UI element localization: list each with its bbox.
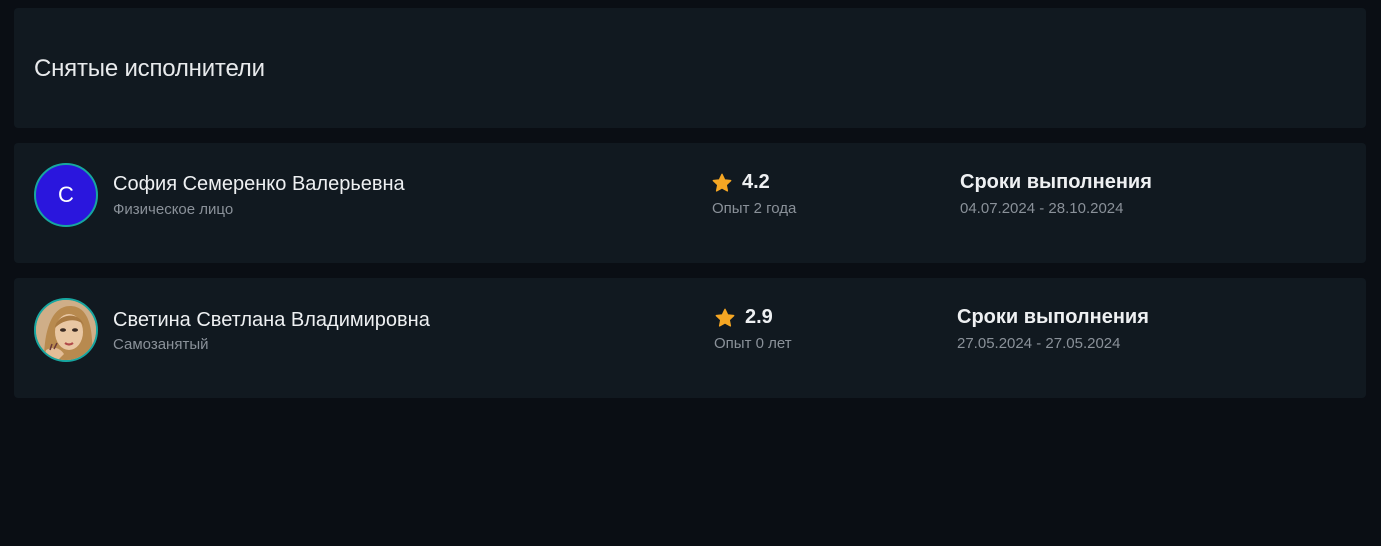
page-title: Снятые исполнители	[34, 55, 265, 82]
terms-dates: 27.05.2024 - 27.05.2024	[957, 335, 1121, 352]
experience: Опыт 2 года	[712, 200, 797, 217]
performer-row[interactable]: С София Семеренко Валерьевна Физическое …	[14, 143, 1366, 263]
rating: 2.9	[714, 306, 773, 329]
star-icon	[715, 308, 735, 327]
header-card: Снятые исполнители	[14, 8, 1366, 128]
avatar[interactable]	[34, 298, 98, 362]
avatar-letter: С	[58, 182, 74, 207]
terms-label: Сроки выполнения	[957, 306, 1149, 328]
performer-name[interactable]: София Семеренко Валерьевна	[113, 173, 405, 196]
terms-label: Сроки выполнения	[960, 171, 1152, 193]
performer-name[interactable]: Светина Светлана Владимировна	[113, 309, 430, 332]
avatar[interactable]: С	[34, 163, 98, 227]
star-icon	[712, 173, 732, 192]
performer-type: Самозанятый	[113, 336, 209, 353]
experience: Опыт 0 лет	[714, 335, 792, 352]
performer-row[interactable]: Светина Светлана Владимировна Самозаняты…	[14, 278, 1366, 398]
rating-value: 4.2	[742, 171, 770, 193]
performer-type: Физическое лицо	[113, 201, 234, 218]
terms-dates: 04.07.2024 - 28.10.2024	[960, 200, 1124, 217]
rating-value: 2.9	[745, 306, 773, 328]
rating: 4.2	[711, 171, 770, 194]
avatar-photo	[36, 300, 96, 360]
